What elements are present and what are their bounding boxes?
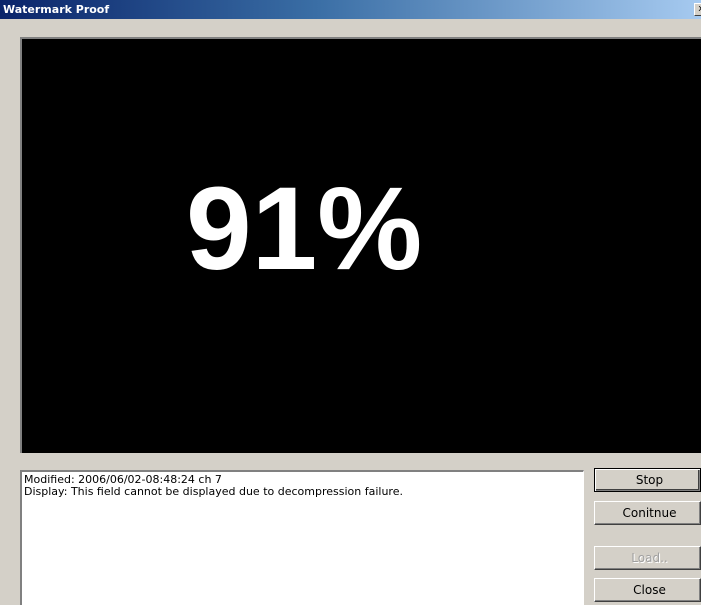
- window-title: Watermark Proof: [3, 3, 110, 16]
- log-line-display: Display: This field cannot be displayed …: [24, 485, 403, 498]
- title-bar[interactable]: Watermark Proof x: [0, 0, 701, 19]
- close-button[interactable]: Close: [594, 578, 701, 602]
- load-button[interactable]: Load..: [594, 546, 701, 570]
- status-log-textbox[interactable]: Modified: 2006/06/02-08:48:24 ch 7 Displ…: [20, 470, 584, 605]
- progress-percent-text: 91%: [186, 163, 423, 295]
- close-window-button[interactable]: x: [694, 3, 701, 16]
- watermark-display-panel: 91%: [20, 37, 701, 453]
- continue-button[interactable]: Conitnue: [594, 501, 701, 525]
- stop-button[interactable]: Stop: [594, 468, 701, 492]
- watermark-proof-window: Watermark Proof x 91% Modified: 2006/06/…: [0, 0, 701, 605]
